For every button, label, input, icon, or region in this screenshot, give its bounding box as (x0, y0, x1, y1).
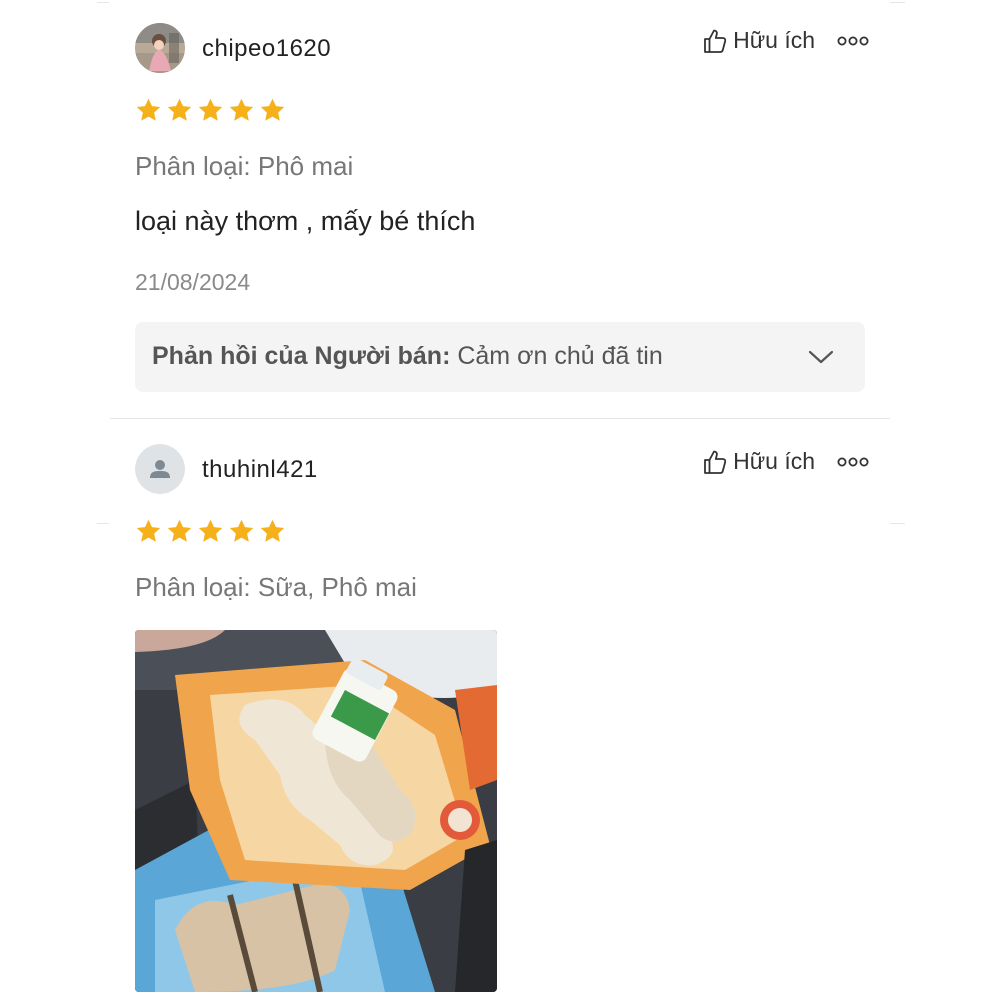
username[interactable]: thuhinl421 (202, 456, 318, 484)
thumbs-up-icon (704, 29, 727, 53)
star-icon (260, 519, 285, 542)
thumbs-up-icon (704, 450, 727, 474)
review-card: thuhinl421 Hữu ích Phân loại: Sữa, Phô m… (135, 444, 870, 1000)
review-date: 21/08/2024 (135, 269, 251, 295)
review-header: chipeo1620 Hữu ích (135, 23, 870, 75)
seller-reply-message: Cảm ơn chủ đã tin (457, 342, 663, 370)
more-options-button[interactable] (836, 29, 870, 53)
helpful-label: Hữu ích (733, 27, 815, 53)
variant-label: Phân loại: Phô mai (135, 151, 354, 181)
star-rating (135, 97, 286, 124)
page-edge-line-left (97, 523, 109, 524)
avatar-photo (135, 23, 185, 73)
star-icon (198, 519, 223, 542)
avatar[interactable] (135, 444, 185, 494)
helpful-label: Hữu ích (733, 448, 815, 474)
review-divider (110, 418, 890, 419)
top-edge-line-right (890, 2, 905, 3)
star-icon (229, 519, 254, 542)
star-icon (198, 98, 223, 121)
page-edge-line-right (890, 523, 905, 524)
top-edge-line-left (97, 2, 109, 3)
product-photo (135, 630, 497, 992)
user-icon (135, 444, 185, 494)
star-icon (260, 98, 285, 121)
more-options-icon (837, 36, 869, 46)
variant-label: Phân loại: Sữa, Phô mai (135, 572, 417, 602)
seller-reply-box[interactable]: Phản hồi của Người bán: Cảm ơn chủ đã ti… (135, 322, 865, 392)
seller-reply-text: Phản hồi của Người bán: Cảm ơn chủ đã ti… (152, 342, 752, 371)
more-options-button[interactable] (836, 450, 870, 474)
more-options-icon (837, 457, 869, 467)
star-icon (229, 98, 254, 121)
star-icon (136, 519, 161, 542)
star-icon (167, 98, 192, 121)
review-photo[interactable] (135, 630, 497, 992)
review-header: thuhinl421 Hữu ích (135, 444, 870, 496)
helpful-button[interactable]: Hữu ích (703, 27, 815, 54)
seller-reply-label: Phản hồi của Người bán: (152, 342, 451, 370)
username[interactable]: chipeo1620 (202, 35, 331, 63)
chevron-down-icon[interactable] (807, 346, 835, 368)
helpful-button[interactable]: Hữu ích (703, 448, 815, 475)
review-card: chipeo1620 Hữu ích Phân loại: Phô mai lo… (135, 23, 870, 395)
star-rating (135, 518, 286, 545)
star-icon (136, 98, 161, 121)
review-comment: loại này thơm , mấy bé thích (135, 206, 476, 236)
star-icon (167, 519, 192, 542)
avatar[interactable] (135, 23, 185, 73)
